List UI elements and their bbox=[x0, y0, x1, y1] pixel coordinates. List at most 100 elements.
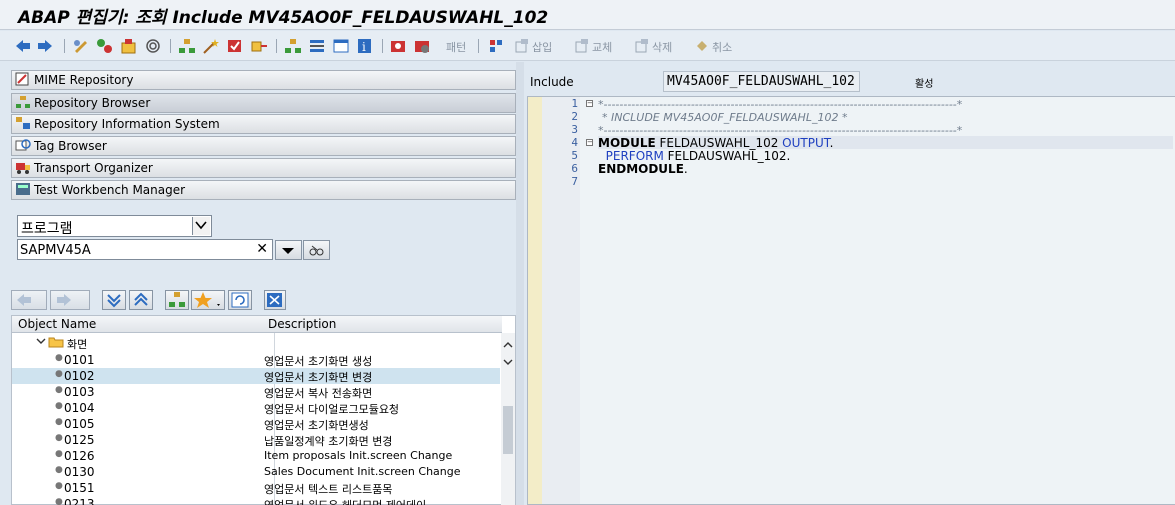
tree-row[interactable]: ● 0105 영업문서 초기화면생성 bbox=[12, 416, 500, 432]
nav-label: Repository Browser bbox=[34, 96, 151, 110]
chevron-down-icon[interactable] bbox=[192, 217, 210, 235]
info-system-icon bbox=[12, 116, 34, 133]
workbench-icon bbox=[12, 182, 34, 199]
hierarchy-icon bbox=[12, 95, 34, 112]
tree-row[interactable]: ● 0151 영업문서 텍스트 리스트품목 bbox=[12, 480, 500, 496]
expand-all-icon[interactable] bbox=[102, 290, 126, 310]
delete-icon bbox=[634, 37, 650, 55]
tree-scrollbar[interactable] bbox=[501, 333, 515, 505]
tree-row[interactable]: ● 0102 영업문서 초기화면 변경 bbox=[12, 368, 500, 384]
title-bar: ABAP 편집기: 조회 Include MV45AO0F_FELDAUSWAH… bbox=[0, 0, 1175, 30]
fold-toggle-icon[interactable]: − bbox=[586, 100, 593, 107]
object-name-input[interactable]: SAPMV45A ✕ bbox=[17, 239, 273, 260]
line-number: 3 bbox=[571, 123, 578, 136]
chevron-up-icon[interactable] bbox=[503, 338, 513, 352]
back-icon[interactable] bbox=[14, 37, 32, 55]
chevron-down-icon[interactable] bbox=[36, 335, 46, 350]
favorites-star-icon[interactable] bbox=[191, 290, 225, 310]
where-used-icon[interactable] bbox=[144, 37, 162, 55]
tag-icon bbox=[12, 138, 34, 155]
object-list-icon[interactable] bbox=[284, 37, 302, 55]
tree-row[interactable]: ● 0101 영업문서 초기화면 생성 bbox=[12, 352, 500, 368]
prev-object-button[interactable] bbox=[11, 290, 47, 310]
info-icon[interactable]: i bbox=[356, 37, 374, 55]
tree-row[interactable]: ● 0130 Sales Document Init.screen Change bbox=[12, 464, 500, 480]
check-icon[interactable] bbox=[226, 37, 244, 55]
tree-row[interactable]: ● 0125 납품일정계약 초기화면 변경 bbox=[12, 432, 500, 448]
insert-icon bbox=[514, 37, 530, 55]
delete-button: 삭제 bbox=[652, 41, 673, 54]
tree-header: Object Name Description bbox=[12, 316, 502, 333]
session-breakpoint-icon[interactable] bbox=[414, 37, 432, 55]
line-number: 5 bbox=[571, 149, 578, 162]
nav-test-workbench-manager[interactable]: Test Workbench Manager bbox=[11, 180, 516, 200]
pattern-button[interactable]: 패턴 bbox=[446, 39, 466, 55]
status-badge: 활성 bbox=[915, 79, 934, 90]
nav-label: Test Workbench Manager bbox=[34, 183, 186, 197]
replace-button: 교체 bbox=[592, 41, 613, 54]
include-name-field[interactable]: MV45AO0F_FELDAUSWAHL_102 bbox=[663, 71, 860, 92]
col-object-name[interactable]: Object Name bbox=[18, 317, 96, 331]
code-line: MODULE FELDAUSWAHL_102 OUTPUT. bbox=[598, 136, 1173, 150]
panel-splitter[interactable] bbox=[516, 62, 524, 505]
line-number: 7 bbox=[571, 175, 578, 188]
nav-transport-organizer[interactable]: Transport Organizer bbox=[11, 158, 516, 178]
code-line: PERFORM FELDAUSWAHL_102. bbox=[598, 149, 791, 163]
magic-wand-icon[interactable] bbox=[202, 37, 220, 55]
insert-button: 삽입 bbox=[532, 41, 553, 54]
object-type-value: 프로그램 bbox=[21, 221, 73, 237]
navigator-panel: MIME Repository Repository Browser Repos… bbox=[0, 62, 520, 505]
tree-row[interactable]: ● 0103 영업문서 복사 전송화면 bbox=[12, 384, 500, 400]
breakpoint-icon[interactable] bbox=[390, 37, 408, 55]
code-line: * INCLUDE MV45AO0F_FELDAUSWAHL_102 * bbox=[602, 111, 848, 124]
line-number: 1 bbox=[571, 97, 578, 110]
code-line: ENDMODULE. bbox=[598, 162, 688, 176]
active-inactive-icon[interactable] bbox=[96, 37, 114, 55]
replace-icon bbox=[574, 37, 590, 55]
refresh-icon[interactable] bbox=[228, 290, 252, 310]
cancel-icon bbox=[694, 37, 710, 55]
nav-tag-browser[interactable]: Tag Browser bbox=[11, 136, 516, 156]
close-tree-icon[interactable] bbox=[264, 290, 286, 310]
nav-label: MIME Repository bbox=[34, 73, 134, 87]
col-description[interactable]: Description bbox=[268, 317, 336, 331]
scroll-thumb[interactable] bbox=[503, 406, 513, 454]
nav-repository-information-system[interactable]: Repository Information System bbox=[11, 114, 516, 134]
tree-row[interactable]: ● 0126 Item proposals Init.screen Change bbox=[12, 448, 500, 464]
window-title: ABAP 편집기: 조회 Include MV45AO0F_FELDAUSWAH… bbox=[18, 8, 549, 28]
editor-panel: Include MV45AO0F_FELDAUSWAHL_102 활성 1 2 … bbox=[524, 62, 1175, 505]
tree-folder-screens[interactable]: 화면 bbox=[12, 335, 500, 351]
activate-icon[interactable] bbox=[250, 37, 268, 55]
nav-mime-repository[interactable]: MIME Repository bbox=[11, 70, 516, 90]
hierarchy-up-icon[interactable] bbox=[165, 290, 189, 310]
code-line: *---------------------------------------… bbox=[598, 124, 963, 136]
fold-toggle-icon[interactable]: − bbox=[586, 139, 593, 146]
hierarchy-icon[interactable] bbox=[178, 37, 196, 55]
forward-icon[interactable] bbox=[36, 37, 54, 55]
other-object-icon[interactable] bbox=[120, 37, 138, 55]
nav-label: Repository Information System bbox=[34, 117, 220, 131]
dropdown-button[interactable] bbox=[275, 240, 302, 260]
tree-row[interactable]: ● 0104 영업문서 다이얼로그모듈요청 bbox=[12, 400, 500, 416]
pretty-printer-icon[interactable] bbox=[488, 37, 506, 55]
fullscreen-icon[interactable] bbox=[332, 37, 350, 55]
nav-repository-browser[interactable]: Repository Browser bbox=[11, 93, 516, 113]
truck-icon bbox=[12, 160, 34, 177]
folder-icon bbox=[48, 336, 64, 351]
clear-icon[interactable]: ✕ bbox=[256, 241, 268, 257]
next-object-button[interactable] bbox=[50, 290, 90, 310]
collapse-all-icon[interactable] bbox=[129, 290, 153, 310]
nav-label: Tag Browser bbox=[34, 139, 107, 153]
display-change-icon[interactable] bbox=[72, 37, 90, 55]
tree-row[interactable]: ●0213영업문서 위도우 헤더모먼 제어데이 bbox=[12, 496, 500, 505]
navigation-window-icon[interactable] bbox=[308, 37, 326, 55]
nav-label: Transport Organizer bbox=[34, 161, 153, 175]
mime-icon bbox=[12, 72, 34, 89]
code-editor[interactable]: 1 2 3 4 5 6 7 − − *---------------------… bbox=[527, 96, 1175, 505]
object-name-value: SAPMV45A bbox=[20, 243, 91, 258]
object-type-select[interactable]: 프로그램 bbox=[17, 215, 212, 237]
chevron-down-icon[interactable] bbox=[503, 355, 513, 369]
folder-label: 화면 bbox=[67, 338, 88, 351]
code-line: *---------------------------------------… bbox=[598, 98, 963, 110]
display-glasses-button[interactable] bbox=[303, 240, 330, 260]
